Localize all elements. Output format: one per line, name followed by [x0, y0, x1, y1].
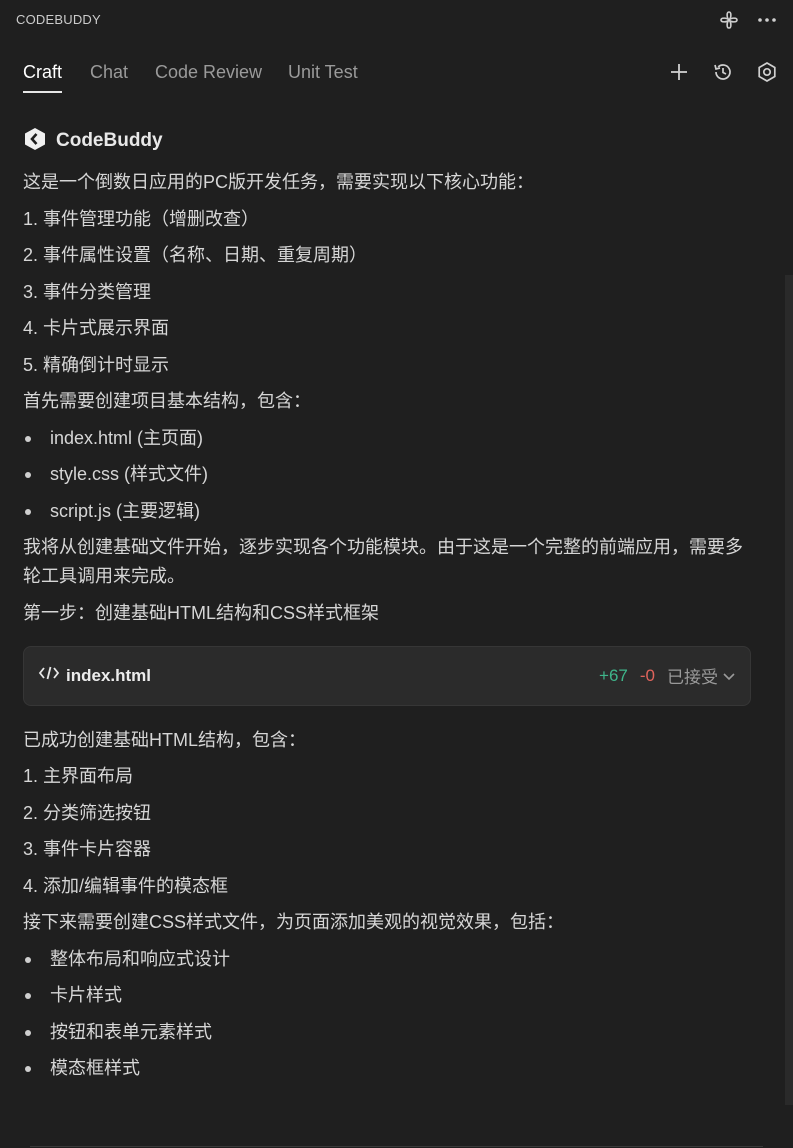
plan-paragraph: 我将从创建基础文件开始，逐步实现各个功能模块。由于这是一个完整的前端应用，需要多…: [23, 537, 743, 586]
list-item: 4. 卡片式展示界面: [23, 318, 170, 338]
step-text: 第一步：创建基础HTML结构和CSS样式框架: [23, 603, 380, 623]
list-item: 3. 事件分类管理: [23, 281, 152, 302]
divider: [30, 1146, 763, 1147]
lines-added: +67: [599, 665, 628, 685]
title-actions: [717, 8, 779, 32]
chat-message: CodeBuddy 这是一个倒数日应用的PC版开发任务，需要实现以下核心功能： …: [23, 127, 753, 1087]
code-icon: [38, 665, 60, 686]
scrollbar[interactable]: [785, 275, 793, 1105]
lines-removed: -0: [639, 665, 655, 685]
assistant-header: CodeBuddy: [23, 127, 753, 156]
bullet-item: 模态框样式: [23, 1050, 753, 1087]
list-item: 4. 添加/编辑事件的模态框: [23, 875, 229, 896]
bullet-item: 卡片样式: [23, 977, 753, 1014]
tab-unit-test[interactable]: Unit Test: [288, 62, 358, 91]
accept-status-label: 已接受: [667, 668, 718, 687]
plus-icon[interactable]: [667, 60, 691, 84]
tab-code-review[interactable]: Code Review: [155, 62, 262, 91]
tab-chat[interactable]: Chat: [90, 62, 128, 91]
tab-actions: [667, 60, 779, 84]
list-item: 2. 事件属性设置（名称、日期、重复周期）: [23, 245, 368, 265]
list-item: 2. 分类筛选按钮: [23, 802, 152, 823]
more-icon[interactable]: [755, 8, 779, 32]
next-lead: 接下来需要创建CSS样式文件，为页面添加美观的视觉效果，包括：: [23, 912, 565, 932]
tab-bar: Craft Chat Code Review Unit Test: [0, 56, 793, 96]
bullet-item: index.html (主页面): [23, 420, 753, 457]
list-item: 1. 事件管理功能（增删改查）: [23, 208, 260, 229]
file-change-card[interactable]: index.html +67 -0 已接受: [23, 645, 751, 706]
structure-lead: 首先需要创建项目基本结构，包含：: [23, 391, 311, 411]
file-name: index.html: [66, 665, 152, 685]
bullet-item: 整体布局和响应式设计: [23, 941, 753, 978]
list-item: 5. 精确倒计时显示: [23, 354, 170, 375]
app-title: CODEBUDDY: [16, 12, 101, 27]
result-lead: 已成功创建基础HTML结构，包含：: [23, 729, 306, 750]
list-item: 1. 主界面布局: [23, 766, 134, 786]
accept-status-dropdown[interactable]: 已接受: [667, 663, 736, 688]
codebuddy-logo-icon: [23, 127, 47, 156]
bullet-item: style.css (样式文件): [23, 456, 753, 493]
history-icon[interactable]: [711, 60, 735, 84]
bullet-item: script.js (主要逻辑): [23, 493, 753, 530]
intro-lead: 这是一个倒数日应用的PC版开发任务，需要实现以下核心功能：: [23, 172, 535, 192]
assistant-name: CodeBuddy: [56, 130, 163, 151]
settings-icon[interactable]: [755, 60, 779, 84]
bullet-item: 按钮和表单元素样式: [23, 1014, 753, 1051]
tab-craft[interactable]: Craft: [23, 62, 63, 93]
chevron-down-icon: [723, 672, 735, 680]
title-bar: CODEBUDDY: [0, 0, 793, 40]
list-item: 3. 事件卡片容器: [23, 839, 152, 859]
agent-icon[interactable]: [717, 8, 741, 32]
